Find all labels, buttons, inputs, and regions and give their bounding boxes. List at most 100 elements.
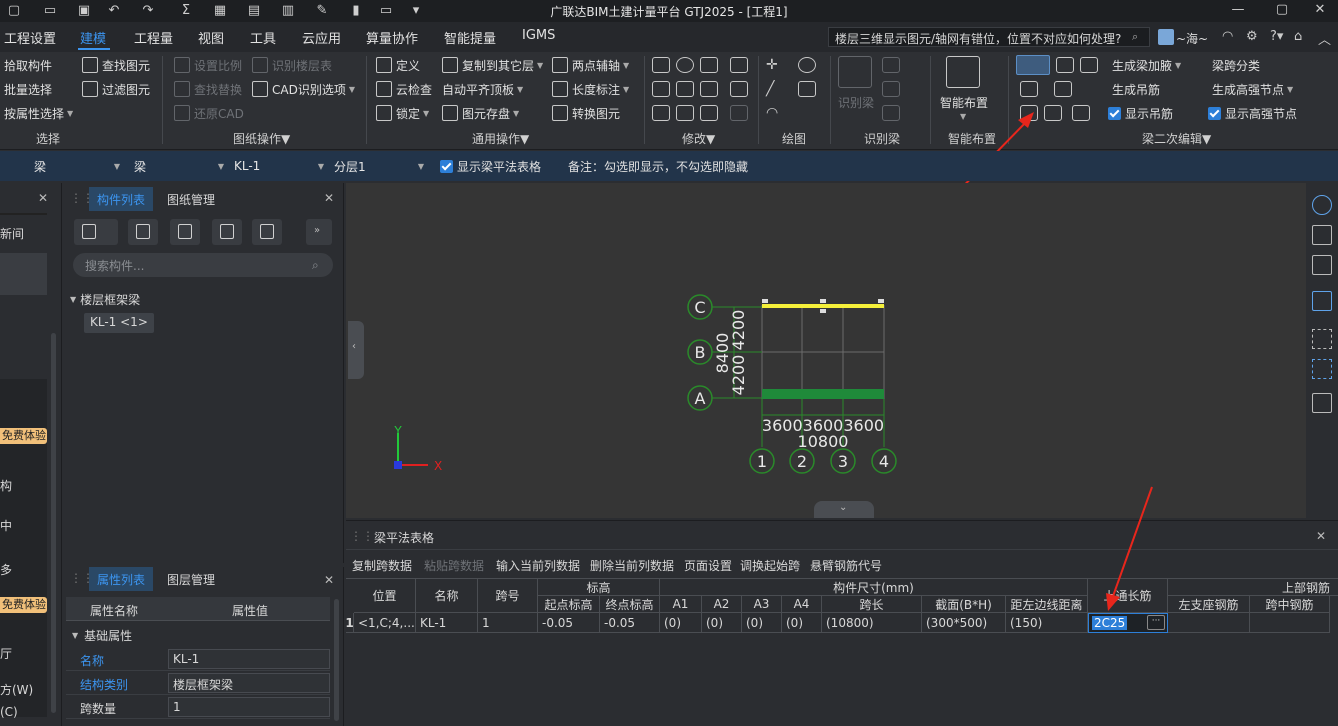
rotate-icon[interactable]	[676, 57, 694, 73]
two-point-axis-button[interactable]: 两点辅轴 ▼	[552, 55, 629, 75]
group-label-general-ops[interactable]: 通用操作▼	[472, 130, 529, 147]
tab-component-list[interactable]: 构件列表	[89, 187, 154, 211]
select-box-icon[interactable]	[1312, 359, 1332, 379]
pick-component-button[interactable]: 拾取构件	[4, 55, 52, 75]
line-icon[interactable]: ╱	[766, 81, 784, 97]
new-component-button[interactable]	[74, 219, 118, 245]
tab-drawing-management[interactable]: 图纸管理	[159, 187, 223, 211]
nav-item-5[interactable]: 方(W)	[0, 681, 33, 698]
menu-view[interactable]: 视图	[198, 28, 224, 47]
select-by-attr-button[interactable]: 按属性选择 ▼	[4, 103, 73, 123]
arc-icon[interactable]: ◠	[766, 105, 784, 121]
cell-a2[interactable]: (0)	[702, 613, 742, 633]
menu-igms[interactable]: IGMS	[522, 28, 555, 43]
close-icon[interactable]: ✕	[1300, 0, 1338, 22]
component-type-select[interactable]: 梁 ▼	[128, 156, 228, 176]
extend-icon[interactable]	[700, 57, 718, 73]
help-icon[interactable]: ?▾	[1270, 29, 1283, 44]
mirror-icon[interactable]	[676, 81, 694, 97]
cad-options-button[interactable]: CAD识别选项 ▼	[252, 79, 355, 99]
recognize-icon-1[interactable]	[882, 57, 900, 73]
delete-component-button[interactable]	[170, 219, 200, 245]
input-column-data-button[interactable]: 输入当前列数据	[496, 557, 580, 574]
circle-icon[interactable]	[798, 57, 816, 73]
menu-cloud[interactable]: 云应用	[302, 28, 341, 47]
collapse-bottom-handle[interactable]: ⌄	[814, 501, 874, 518]
cell-elev-start[interactable]: -0.05	[538, 613, 600, 633]
maximize-icon[interactable]: ▢	[1262, 0, 1302, 22]
search-icon[interactable]: ⌕	[312, 258, 319, 273]
copy-component-button[interactable]	[128, 219, 158, 245]
close-icon[interactable]: ✕	[324, 191, 334, 205]
batch-select-button[interactable]: 批量选择	[4, 79, 52, 99]
menu-tools[interactable]: 工具	[250, 28, 276, 47]
restore-cad-button[interactable]: 还原CAD	[174, 103, 244, 123]
show-hanger-checkbox[interactable]: 显示吊筋	[1108, 103, 1173, 123]
group-label-modify[interactable]: 修改▼	[682, 130, 715, 147]
lock-button[interactable]: 锁定 ▼	[376, 103, 429, 123]
paste-span-data-button[interactable]: 粘贴跨数据	[424, 557, 484, 574]
beam-tool-icon-4[interactable]	[1054, 81, 1072, 97]
show-strong-node-checkbox[interactable]: 显示高强节点	[1208, 103, 1297, 123]
show-beam-table-checkbox[interactable]: 显示梁平法表格	[440, 156, 541, 176]
scrollbar[interactable]	[334, 599, 339, 721]
beam-tool-icon-2[interactable]	[1080, 57, 1098, 73]
recognize-floor-table-button[interactable]: 识别楼层表	[252, 55, 332, 75]
view-3d-icon[interactable]	[1312, 225, 1332, 245]
menu-project-settings[interactable]: 工程设置	[4, 28, 56, 47]
nav-item-1[interactable]: 新间	[0, 225, 24, 242]
beam-bottom[interactable]	[762, 389, 884, 399]
align-icon[interactable]	[700, 105, 718, 121]
component-search-input[interactable]: 搜索构件...	[73, 253, 333, 277]
point-icon[interactable]: ✛	[766, 57, 784, 73]
drag-handle-icon[interactable]: ⋮⋮	[350, 529, 374, 543]
cell-position[interactable]: <1,C;4,...	[354, 613, 416, 633]
cell-section[interactable]: (300*500)	[922, 613, 1006, 633]
avatar[interactable]	[1158, 29, 1174, 45]
filter-element-button[interactable]: 过滤图元	[82, 79, 150, 99]
beam-tool-icon-6[interactable]	[1044, 105, 1062, 121]
gen-haunch-button[interactable]: 生成梁加腋 ▼	[1112, 55, 1181, 75]
view-cube-icon[interactable]	[1312, 255, 1332, 275]
help-search-input[interactable]: 楼层三维显示图元/轴网有错位，位置不对应如何处理?	[828, 27, 1150, 47]
array-icon[interactable]	[730, 81, 748, 97]
nav-item-selected[interactable]	[0, 253, 47, 295]
save-element-button[interactable]: 图元存盘 ▼	[442, 103, 519, 123]
gen-hanger-button[interactable]: 生成吊筋	[1112, 79, 1160, 99]
find-element-button[interactable]: 查找图元	[82, 55, 150, 75]
shirt-icon[interactable]: ⌂	[1294, 29, 1302, 44]
gear-icon[interactable]: ⚙	[1246, 29, 1258, 44]
floor-type-select[interactable]: 梁 ▼	[28, 156, 124, 176]
beam-tool-icon-7[interactable]	[1072, 105, 1090, 121]
collapse-ribbon-icon[interactable]: ︿	[1318, 29, 1331, 48]
move-icon[interactable]	[652, 105, 670, 121]
expand-panel-button[interactable]: »	[306, 219, 332, 245]
cell-mid-span[interactable]	[1250, 613, 1330, 633]
convert-element-button[interactable]: 转换图元	[552, 103, 620, 123]
user-name[interactable]: ~海~	[1176, 30, 1208, 47]
beam-tool-icon-3[interactable]	[1020, 81, 1038, 97]
drawing-viewport[interactable]: ‹ C B A 1 2 3 4 360036003600 10800 8400 …	[346, 183, 1306, 518]
rect-icon[interactable]	[798, 81, 816, 97]
cell-a4[interactable]: (0)	[782, 613, 822, 633]
trial-badge[interactable]: 免费体验	[0, 428, 47, 444]
nav-item-4[interactable]: 多	[0, 561, 12, 578]
property-view-icon[interactable]	[1312, 393, 1332, 413]
break-icon[interactable]	[676, 105, 694, 121]
smart-layout-icon[interactable]	[946, 56, 980, 88]
auto-align-slab-button[interactable]: 自动平齐顶板 ▼	[442, 79, 523, 99]
cell-left-support[interactable]	[1168, 613, 1250, 633]
cell-a3[interactable]: (0)	[742, 613, 782, 633]
cell-elev-end[interactable]: -0.05	[600, 613, 660, 633]
close-icon[interactable]: ✕	[38, 191, 48, 205]
tree-item-kl1[interactable]: KL-1 <1>	[84, 313, 154, 333]
property-value-input[interactable]: 楼层框架梁	[168, 673, 330, 693]
scrollbar[interactable]	[51, 333, 56, 713]
property-value-input[interactable]: KL-1	[168, 649, 330, 669]
cell-span[interactable]: 1	[478, 613, 538, 633]
beam-selected-kl1[interactable]	[762, 304, 884, 308]
minimize-icon[interactable]: —	[1218, 0, 1258, 22]
nav-item-2[interactable]: 构	[0, 477, 12, 494]
group-label-beam-edit[interactable]: 梁二次编辑▼	[1142, 130, 1211, 147]
tab-property-list[interactable]: 属性列表	[89, 567, 154, 591]
